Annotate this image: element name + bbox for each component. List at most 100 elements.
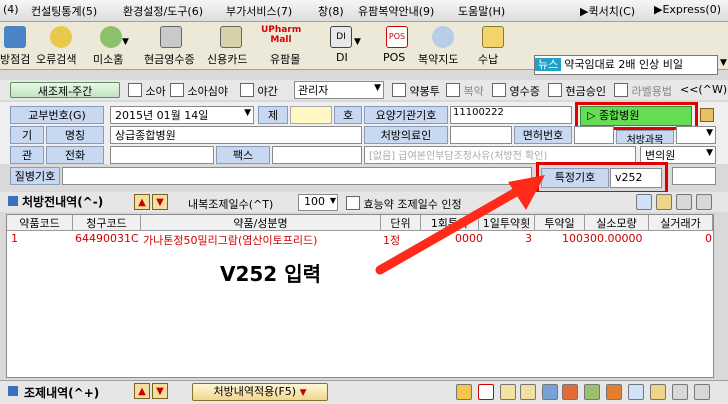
w-icon[interactable] [584,384,600,400]
manager-chevron-down-icon: ▼ [374,83,381,93]
night-checkbox[interactable]: 야간 [240,83,278,99]
annotation-arrow [375,175,545,275]
trash-icon[interactable] [676,194,692,210]
dispense-move-up-icon[interactable]: ▲ [134,383,150,399]
dispense-move-down-icon[interactable]: ▼ [152,383,168,399]
menu-item-consulting-stats[interactable]: 컨설팅통계(5) [31,3,97,19]
days-chevron-down-icon: ▼ [329,196,336,205]
menu-item-settings-tools[interactable]: 환경설정/도구(6) [123,3,203,19]
toolbar-misohome-label[interactable]: 미소홈 [93,51,123,67]
toolbar-payment-label[interactable]: 수납 [478,51,498,67]
inst-name-field[interactable]: 상급종합병원 [110,126,362,144]
grid-header-drug-code[interactable]: 약품코드 [7,215,73,231]
pos-icon[interactable]: POS [386,26,408,48]
cut-icon[interactable] [562,384,578,400]
credit-card-icon[interactable] [220,26,242,48]
delete-all-icon[interactable] [696,194,712,210]
menu-item-4[interactable]: (4) [3,3,19,16]
child-checkbox[interactable]: 소아 [128,83,166,99]
name-label: 명칭 [46,126,104,144]
general-hospital-button[interactable]: ▷ 종합병원 [580,106,692,126]
menu-item-extra-services[interactable]: 부가서비스(7) [226,3,292,19]
days-select[interactable]: 100 ▼ [298,194,338,211]
date-value: 2015년 01월 14일 [115,109,209,122]
menu-item-express[interactable]: ▶Express(0) [654,3,721,16]
new-dispense-button[interactable]: 새조제-주간 [10,82,120,98]
special-code-field[interactable]: v252 [610,168,662,188]
date-select[interactable]: 2015년 01월 14일 ▼ [110,106,254,124]
up-arrow-icon[interactable] [500,384,516,400]
doctor-field[interactable] [450,126,512,144]
payment-icon[interactable] [482,26,504,48]
grid-header-claim-code[interactable]: 청구코드 [73,215,141,231]
toolbar-error-search-label[interactable]: 오류검색 [36,51,76,67]
toolbar-checkup-label[interactable]: 방점검 [0,51,30,67]
menu-item-medication-guide[interactable]: 유팜복약안내(9) [358,3,434,19]
tool-icon[interactable] [606,384,622,400]
label-usage-label: 라벨용법 [631,85,672,98]
label-usage-checkbox[interactable]: 라벨용법 [614,83,672,99]
di-icon[interactable]: DI [330,26,352,48]
inst-code-field[interactable]: 11100222 [450,106,572,124]
special-type-value: 변의원 [645,149,676,162]
dur-icon[interactable] [456,384,472,400]
toolbar-pos-label[interactable]: POS [383,51,405,64]
news-text: 약국임대료 2배 인상 비일 [564,58,683,71]
medication-guide-icon[interactable] [432,26,454,48]
toolbar-cash-receipt-label[interactable]: 현금영수증 [144,51,195,67]
news-tag: 뉴스 [535,58,562,71]
menu-item-quicksearch[interactable]: ▶퀵서치(C) [580,3,635,19]
phone-field[interactable] [110,146,214,164]
bottom-print-icon[interactable] [628,384,644,400]
menu-item-window[interactable]: 창(8) [318,3,344,19]
row-actual-price: 0 [705,232,712,245]
date-chevron-down-icon: ▼ [244,108,251,118]
bottom-delete-all-icon[interactable] [694,384,710,400]
move-down-icon[interactable]: ▼ [152,194,168,210]
toolbar-medication-guide-label[interactable]: 복약지도 [418,51,458,67]
move-up-icon[interactable]: ▲ [134,194,150,210]
no-input[interactable] [290,106,332,124]
nav-back-button[interactable]: <<(^W) [680,83,727,96]
apply-rx-button[interactable]: 처방내역적용(F5) ▼ [192,383,328,401]
fax-field[interactable] [272,146,362,164]
toolbar-di-label[interactable]: DI [336,51,348,64]
dup-checkbox[interactable]: 복약 [446,83,484,99]
upharm-mall-logo[interactable]: UPharm Mall [261,25,301,45]
toolbar-credit-card-label[interactable]: 신용카드 [207,51,247,67]
special-field[interactable]: ▼ [676,126,716,144]
bottom-edit-icon[interactable] [650,384,666,400]
dik-icon[interactable] [478,384,494,400]
menu-item-help[interactable]: 도움말(H) [458,3,505,19]
grid-icon[interactable] [542,384,558,400]
row-index: 1 [11,232,18,245]
edit-icon[interactable] [656,194,672,210]
drug-bag-label: 약봉투 [409,85,440,98]
cash-approval-checkbox[interactable]: 현금승인 [548,83,606,99]
receipt-checkbox[interactable]: 영수증 [492,83,540,99]
di-dropdown-icon[interactable]: ▼ [354,37,361,47]
special-chevron-down-icon: ▼ [706,128,713,138]
extra-code-field[interactable] [672,167,716,185]
error-search-icon[interactable] [50,26,72,48]
news-ticker[interactable]: 뉴스 약국임대료 2배 인상 비일 [534,55,718,75]
miso-home-icon[interactable] [100,26,122,48]
child-night-checkbox[interactable]: 소아심야 [170,83,228,99]
special-type-chevron-down-icon: ▼ [706,148,713,158]
grid-header-actual-qty[interactable]: 실소모량 [585,215,649,231]
miso-dropdown-icon[interactable]: ▼ [122,37,129,47]
grid-header-actual-price[interactable]: 실거래가 [649,215,713,231]
inst-code-label: 요양기관기호 [364,106,448,124]
cash-receipt-icon[interactable] [160,26,182,48]
bottom-trash-icon[interactable] [672,384,688,400]
down-arrow-icon[interactable] [520,384,536,400]
apply-rx-label: 처방내역적용(F5) [213,385,297,398]
print-icon[interactable] [636,194,652,210]
hospital-search-icon[interactable] [700,108,714,122]
license-field[interactable] [574,126,614,144]
news-dropdown-icon[interactable]: ▼ [720,58,727,68]
manager-select[interactable]: 관리자 ▼ [294,81,384,99]
toolbar-upharm-mall-label[interactable]: 유팜몰 [270,51,300,67]
checkup-icon[interactable] [4,26,26,48]
drug-bag-checkbox[interactable]: 약봉투 [392,83,440,99]
